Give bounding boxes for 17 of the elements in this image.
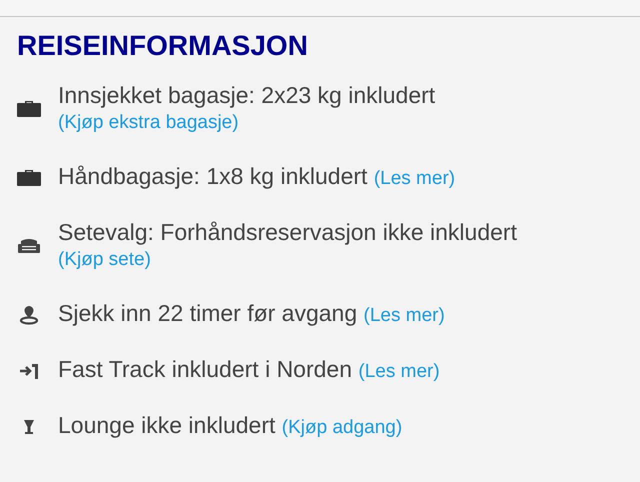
info-text: Håndbagasje: 1x8 kg inkludert (Les mer) [58,164,456,191]
suitcase-icon [17,99,41,119]
info-link[interactable]: (Kjøp adgang) [282,417,402,438]
info-link[interactable]: (Kjøp ekstra bagasje) [58,112,239,133]
info-text: Sjekk inn 22 timer før avgang (Les mer) [58,301,445,328]
info-link[interactable]: (Les mer) [374,168,456,189]
info-link[interactable]: (Les mer) [358,361,440,382]
info-link[interactable]: (Kjøp sete) [58,249,151,270]
section-heading: REISEINFORMASJON [17,29,309,63]
suitcase-icon [17,168,41,188]
info-text: Fast Track inkludert i Norden (Les mer) [58,357,440,384]
seat-icon [17,236,41,256]
info-text: Setevalg: Forhåndsreservasjon ikke inkludert (Kjøp sete) [58,220,518,272]
info-text: Lounge ikke inkludert (Kjøp adgang) [58,413,402,440]
info-text: Innsjekket bagasje: 2x23 kg inkludert (Kjøp ekstra bagasje) [58,83,436,135]
location-pin-icon [17,304,41,324]
info-link[interactable]: (Les mer) [364,305,445,326]
